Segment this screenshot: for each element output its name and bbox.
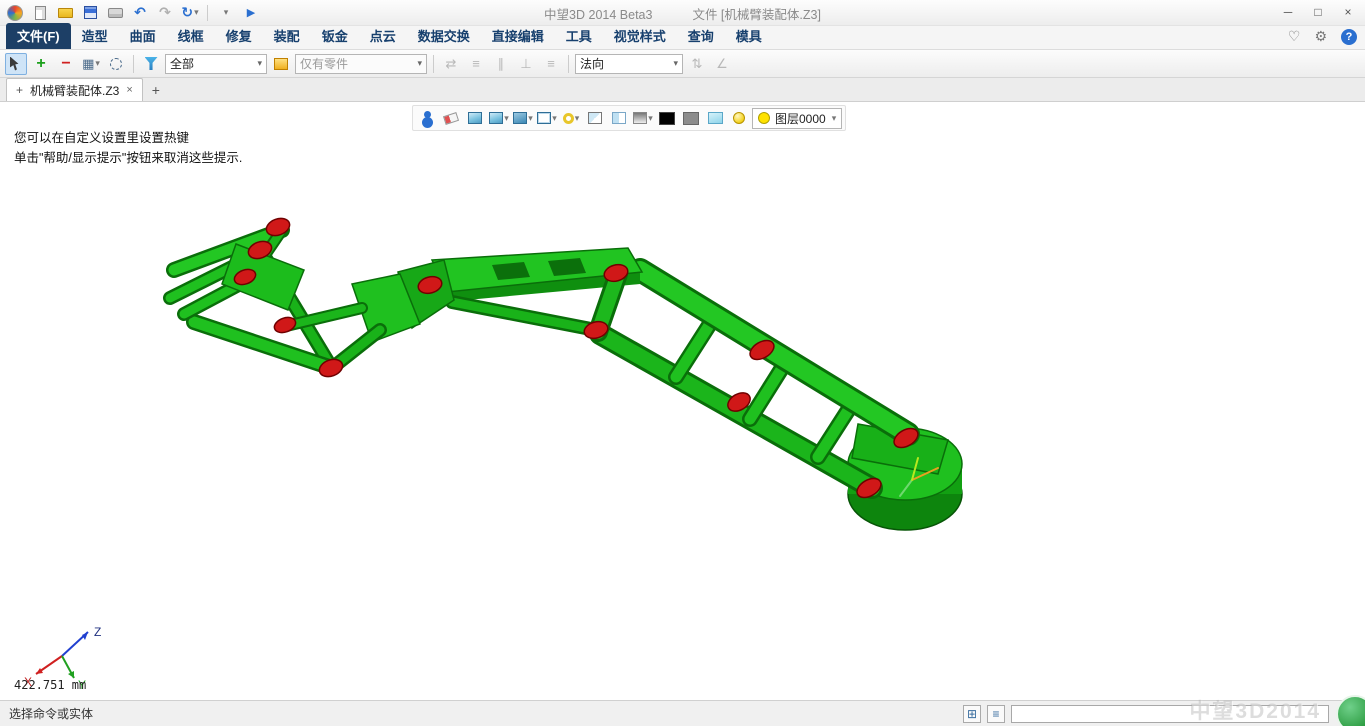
tab-wireframe[interactable]: 线框 xyxy=(167,23,215,49)
tab-shape[interactable]: 造型 xyxy=(71,23,119,49)
pick-tool-icon[interactable] xyxy=(5,53,27,75)
remove-selection-icon[interactable]: − xyxy=(55,53,77,75)
add-selection-icon[interactable]: + xyxy=(30,53,52,75)
part-filter-icon[interactable] xyxy=(270,53,292,75)
undo-icon[interactable]: ↶ xyxy=(129,3,151,23)
gear-icon[interactable]: ⚙ xyxy=(1314,28,1327,45)
new-tab-button[interactable]: + xyxy=(143,79,169,101)
separator xyxy=(133,55,134,73)
tab-direct-edit[interactable]: 直接编辑 xyxy=(481,23,555,49)
tab-data-exchange[interactable]: 数据交换 xyxy=(407,23,481,49)
output-log-icon[interactable]: ≡ xyxy=(987,705,1005,723)
entity-filter-combo[interactable]: 全部▾ xyxy=(165,54,267,74)
parallel-tool-icon[interactable]: ∥ xyxy=(490,53,512,75)
app-title: 中望3D 2014 Beta3 xyxy=(544,4,652,23)
status-message: 选择命令或实体 xyxy=(9,705,93,722)
regenerate-icon[interactable]: ↻▾ xyxy=(179,3,201,23)
lasso-select-icon[interactable] xyxy=(105,53,127,75)
print-icon[interactable] xyxy=(104,3,126,23)
tab-repair[interactable]: 修复 xyxy=(215,23,263,49)
new-file-icon[interactable] xyxy=(29,3,51,23)
tab-visual-style[interactable]: 视觉样式 xyxy=(603,23,677,49)
zw3d-window: ↶ ↷ ↻▾ ▾ ▶ 中望3D 2014 Beta3 文件 [机械臂装配体.Z3… xyxy=(0,0,1365,726)
document-tab-bar: + 机械臂装配体.Z3 × + xyxy=(0,78,1365,102)
measurement-readout: 422.751 mm xyxy=(14,678,86,692)
separator xyxy=(568,55,569,73)
minimize-button[interactable]: ─ xyxy=(1273,0,1303,24)
status-right: ⊞ ≡ xyxy=(963,701,1329,726)
quick-access-toolbar: ↶ ↷ ↻▾ ▾ ▶ xyxy=(0,3,262,23)
tab-pointcloud[interactable]: 点云 xyxy=(359,23,407,49)
command-input[interactable] xyxy=(1011,705,1329,723)
document-title: 文件 [机械臂装配体.Z3] xyxy=(692,4,820,23)
tab-close-icon[interactable]: × xyxy=(126,84,132,96)
favorite-icon[interactable]: ♡ xyxy=(1288,28,1301,45)
pick-grid-icon[interactable]: ▦▾ xyxy=(80,53,102,75)
swap-tool-icon[interactable]: ⇅ xyxy=(686,53,708,75)
separator xyxy=(207,5,208,21)
customize-qat-icon[interactable]: ▾ xyxy=(215,3,237,23)
watermark-logo-icon xyxy=(1336,695,1365,726)
coordinate-readout-icon[interactable]: ⊞ xyxy=(963,705,981,723)
play-icon[interactable]: ▶ xyxy=(240,3,262,23)
window-controls: ─ □ × xyxy=(1273,0,1363,26)
tab-tools[interactable]: 工具 xyxy=(555,23,603,49)
robot-arm-model[interactable] xyxy=(0,102,1365,700)
ribbon-tab-bar: 文件(F) 造型 曲面 线框 修复 装配 钣金 点云 数据交换 直接编辑 工具 … xyxy=(0,26,1365,50)
normal-mode-combo[interactable]: 法向▾ xyxy=(575,54,683,74)
help-icon[interactable]: ? xyxy=(1341,29,1357,45)
tab-pin-icon: + xyxy=(16,83,23,97)
list-tool-icon[interactable]: ≡ xyxy=(465,53,487,75)
app-logo-icon[interactable] xyxy=(4,3,26,23)
open-file-icon[interactable] xyxy=(54,3,76,23)
align-tool-icon[interactable]: ⇄ xyxy=(440,53,462,75)
tab-assembly[interactable]: 装配 xyxy=(263,23,311,49)
tab-mold[interactable]: 模具 xyxy=(725,23,773,49)
perpendicular-tool-icon[interactable]: ⊥ xyxy=(515,53,537,75)
tab-inquire[interactable]: 查询 xyxy=(677,23,725,49)
close-button[interactable]: × xyxy=(1333,0,1363,24)
part-filter-combo[interactable]: 仅有零件▾ xyxy=(295,54,427,74)
angle-tool-icon[interactable]: ∠ xyxy=(711,53,733,75)
save-icon[interactable] xyxy=(79,3,101,23)
document-tab[interactable]: + 机械臂装配体.Z3 × xyxy=(6,78,143,101)
ribbon-right-icons: ♡ ⚙ ? xyxy=(1288,28,1357,45)
separator xyxy=(433,55,434,73)
stack-tool-icon[interactable]: ≡ xyxy=(540,53,562,75)
triad-z-label: Z xyxy=(94,625,101,639)
selection-toolbar: + − ▦▾ 全部▾ 仅有零件▾ ⇄ ≡ ∥ ⊥ ≡ 法向▾ ⇅ ∠ xyxy=(0,50,1365,78)
maximize-button[interactable]: □ xyxy=(1303,0,1333,24)
viewport[interactable]: 您可以在自定义设置里设置热键 单击"帮助/显示提示"按钮来取消这些提示. ▾ ▾… xyxy=(0,102,1365,700)
document-tab-label: 机械臂装配体.Z3 xyxy=(30,82,119,99)
tab-file[interactable]: 文件(F) xyxy=(6,23,71,49)
filter-icon[interactable] xyxy=(140,53,162,75)
redo-icon[interactable]: ↷ xyxy=(154,3,176,23)
tab-surface[interactable]: 曲面 xyxy=(119,23,167,49)
tab-sheetmetal[interactable]: 钣金 xyxy=(311,23,359,49)
status-bar: 选择命令或实体 ⊞ ≡ 中望3D2014 xyxy=(0,700,1365,726)
